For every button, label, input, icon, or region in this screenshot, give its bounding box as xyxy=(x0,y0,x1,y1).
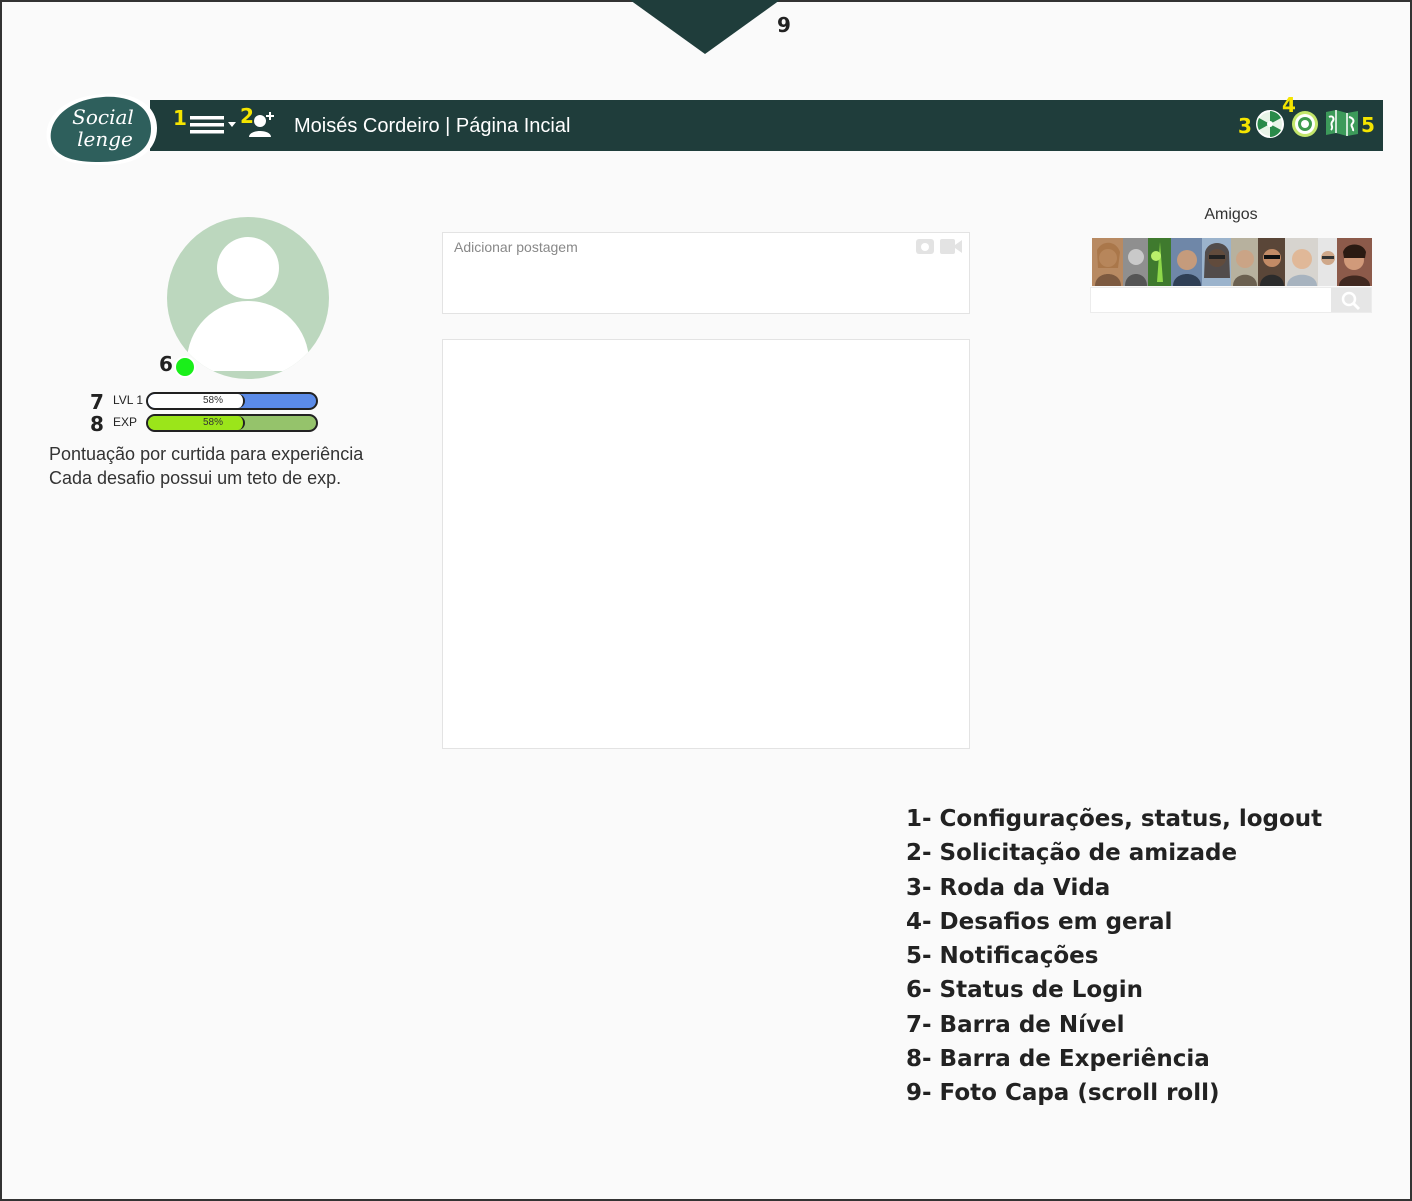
challenges-button[interactable] xyxy=(1290,109,1320,144)
friend-photo[interactable] xyxy=(1258,238,1286,286)
legend-item: 7- Barra de Nível xyxy=(906,1011,1125,1038)
legend-item: 3- Roda da Vida xyxy=(906,874,1111,901)
marker-6: 6 xyxy=(159,352,173,376)
upload-image-label[interactable]: carregar imagem xyxy=(167,335,329,352)
friends-title: Amigos xyxy=(1204,206,1258,223)
new-post-placeholder: Adicionar postagem xyxy=(454,239,578,255)
annotation-legend: 1- Configurações, status, logout 2- Soli… xyxy=(906,802,1322,1111)
friend-photo[interactable] xyxy=(1231,238,1259,286)
friend-photo[interactable] xyxy=(1148,238,1172,286)
news-feed[interactable] xyxy=(442,339,970,749)
video-icon[interactable] xyxy=(939,237,963,255)
login-status-indicator xyxy=(174,356,196,378)
exp-bar: 58% xyxy=(146,414,318,432)
svg-text:Social: Social xyxy=(72,105,134,129)
wheel-of-life-icon xyxy=(1256,110,1284,138)
friend-request-button[interactable] xyxy=(248,110,276,145)
legend-item: 8- Barra de Experiência xyxy=(906,1046,1210,1073)
legend-item: 2- Solicitação de amizade xyxy=(906,840,1238,867)
legend-item: 4- Desafios em geral xyxy=(906,908,1173,935)
friend-photo[interactable] xyxy=(1285,238,1319,286)
camera-icon[interactable] xyxy=(915,237,935,255)
marker-3: 3 xyxy=(1238,114,1252,138)
legend-item: 1- Configurações, status, logout xyxy=(906,806,1323,832)
search-icon xyxy=(1341,291,1361,311)
friends-search-input[interactable] xyxy=(1090,287,1372,313)
exp-percent: 58% xyxy=(203,417,224,428)
target-icon xyxy=(1292,111,1318,137)
marker-7: 7 xyxy=(90,390,104,414)
friends-photo-strip[interactable] xyxy=(1090,234,1372,286)
exp-label: EXP xyxy=(113,415,138,429)
cover-photo-tab[interactable] xyxy=(630,0,780,54)
menu-button[interactable] xyxy=(188,114,240,141)
avatar-head-shape xyxy=(217,237,279,299)
friends-search-button[interactable] xyxy=(1331,288,1371,312)
legend-item: 6- Status de Login xyxy=(906,977,1143,1004)
add-user-icon xyxy=(249,112,274,137)
svg-text:lenge: lenge xyxy=(77,127,133,151)
dropdown-caret-icon xyxy=(228,122,236,127)
friend-photo[interactable] xyxy=(1202,238,1232,286)
friend-photo[interactable] xyxy=(1092,238,1124,286)
map-button[interactable] xyxy=(1325,109,1359,142)
menu-icon xyxy=(190,116,236,134)
friend-photo[interactable] xyxy=(1337,238,1372,286)
exp-description-line-2: Cada desafio possui um teto de exp. xyxy=(49,468,342,488)
legend-item: 9- Foto Capa (scroll roll) xyxy=(906,1080,1220,1107)
level-label: LVL 1 xyxy=(113,393,144,407)
legend-item: 5- Notificações xyxy=(906,943,1099,970)
new-post-box[interactable]: Adicionar postagem xyxy=(442,232,970,314)
marker-9: 9 xyxy=(777,13,791,37)
map-icon xyxy=(1326,110,1358,136)
wheel-of-life-button[interactable] xyxy=(1255,109,1285,144)
friend-photo[interactable] xyxy=(1318,238,1338,286)
marker-8: 8 xyxy=(90,412,104,436)
friend-photo[interactable] xyxy=(1171,238,1203,286)
exp-description-line-1: Pontuação por curtida para experiência xyxy=(49,444,364,464)
friend-photo[interactable] xyxy=(1123,238,1149,286)
socialenge-logo[interactable]: Social lenge xyxy=(45,92,160,167)
level-bar: 58% xyxy=(146,392,318,410)
marker-5: 5 xyxy=(1361,113,1375,137)
level-percent: 58% xyxy=(203,395,224,406)
profile-avatar[interactable]: carregar imagem xyxy=(167,217,329,379)
page-title: Moisés Cordeiro | Página Incial xyxy=(294,115,571,137)
exp-description: Pontuação por curtida para experiência C… xyxy=(49,442,363,490)
marker-1: 1 xyxy=(173,106,187,130)
